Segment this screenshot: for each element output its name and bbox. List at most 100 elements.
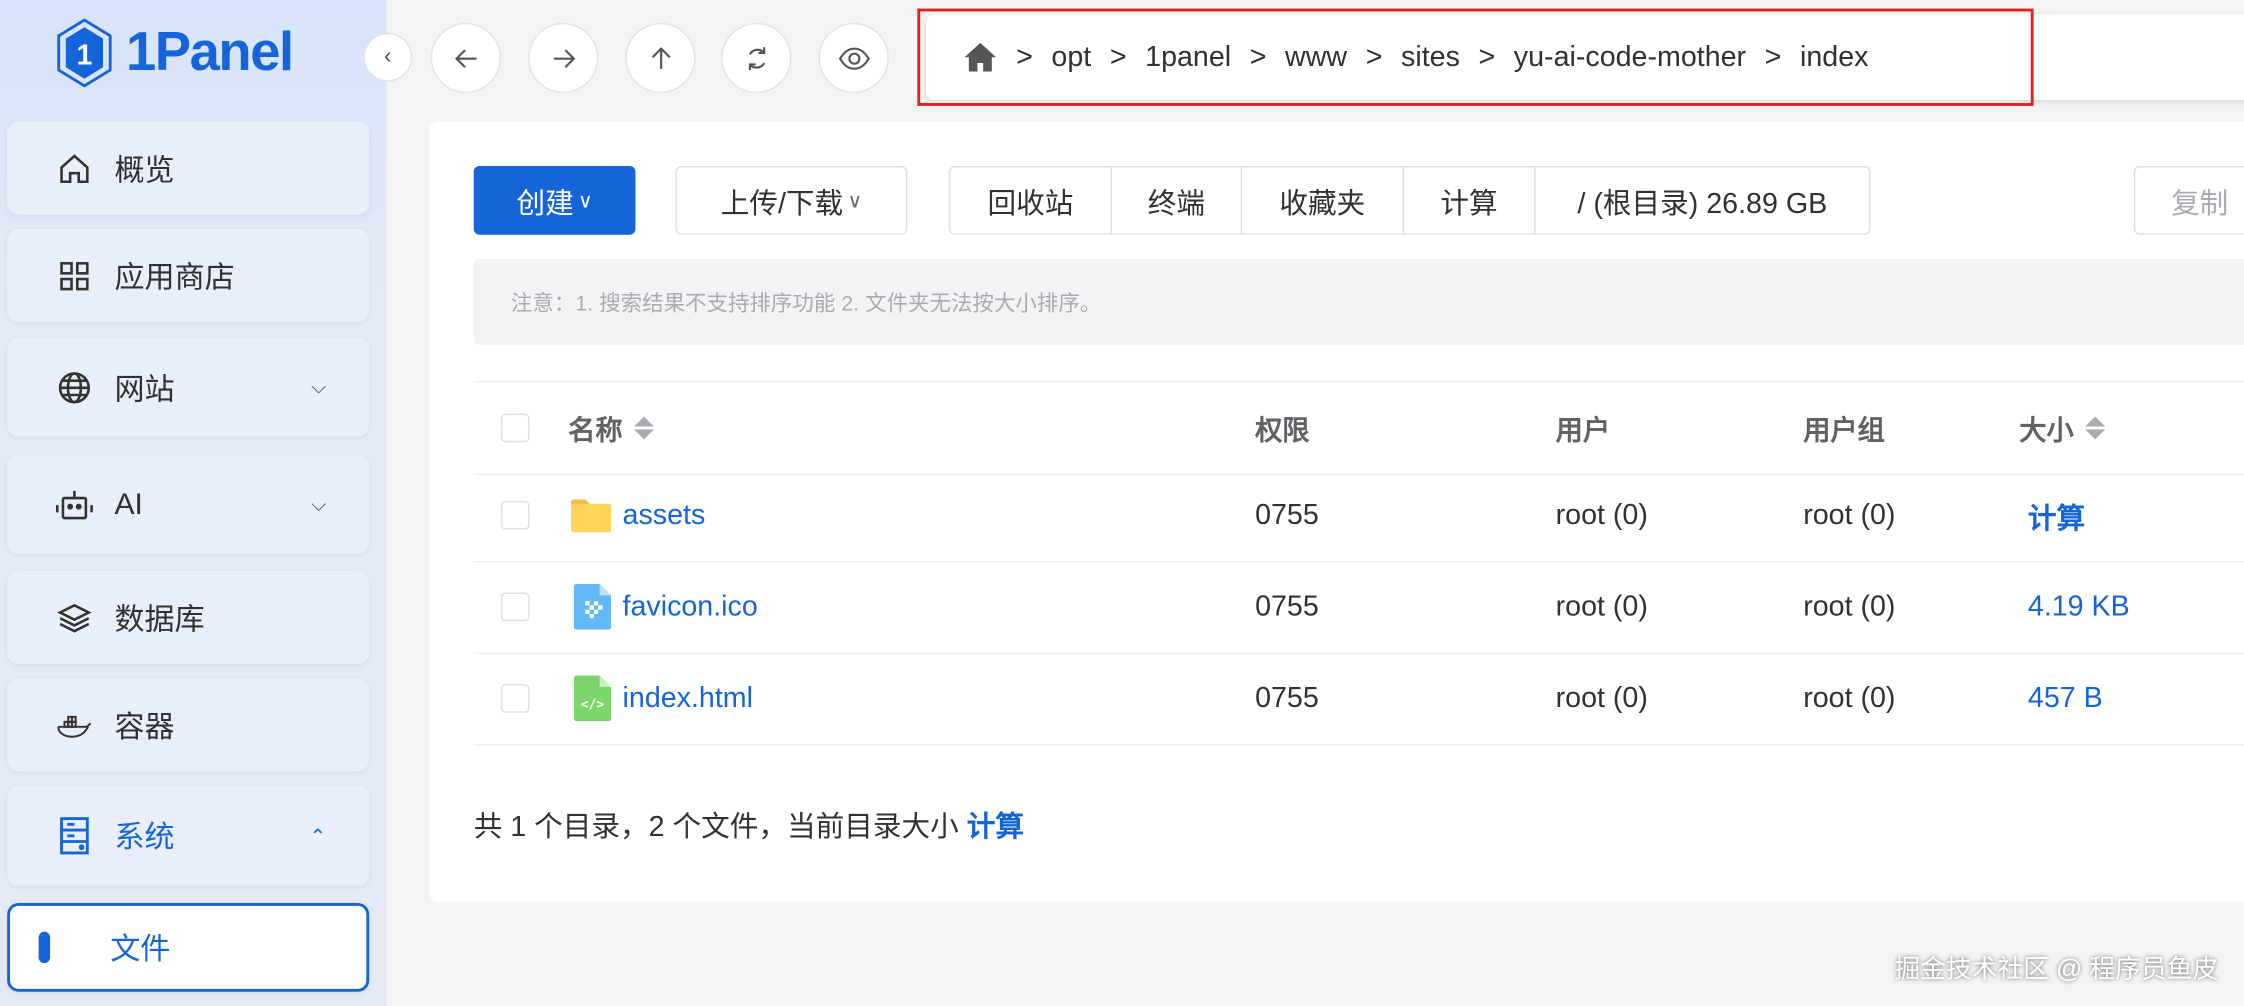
back-button[interactable] [430,22,501,94]
terminal-button[interactable]: 终端 [1112,167,1243,234]
active-indicator [38,931,51,964]
sidebar-item-app-store[interactable]: 应用商店 [7,228,370,323]
permission-cell[interactable]: 0755 [1255,561,1319,653]
sidebar-item-label: 数据库 [114,603,205,637]
logo[interactable]: 1 1Panel [54,17,294,89]
file-name-link[interactable]: index.html [623,682,753,715]
calculate-dir-size-link[interactable]: 计算 [967,811,1024,842]
row-checkbox[interactable] [500,592,530,622]
up-button[interactable] [625,22,696,94]
column-group-header: 用户组 [1803,415,1885,446]
refresh-icon [748,46,765,70]
docker-icon [56,706,93,743]
sidebar-item-system[interactable]: 系统 ⌃ [7,785,370,886]
file-browser-panel: 创建 ∨ 上传/下载 ∨ 回收站 终端 收藏夹 计算 / (根目录) 26.89 G… [429,121,2244,902]
html-file-icon: </> [573,675,612,722]
sidebar-item-website[interactable]: 网站 ⌵ [7,337,370,437]
sidebar-item-label: 容器 [114,710,175,744]
root-disk-button[interactable]: / (根目录) 26.89 GB [1536,167,1869,233]
sidebar-item-ai[interactable]: AI ⌵ [7,455,370,554]
group-cell[interactable]: root (0) [1803,469,1895,561]
table-row[interactable]: assets 0755 root (0) root (0) 计算 [473,469,2244,563]
logo-icon: 1 [57,18,112,88]
calculate-button[interactable]: 计算 [1404,167,1536,234]
chevron-down-icon: ⌵ [311,374,327,398]
column-user-header: 用户 [1555,415,1611,446]
column-permission-header: 权限 [1255,415,1310,446]
permission-cell[interactable]: 0755 [1255,653,1319,745]
sidebar: 1 1Panel 概览 应用商店 网站 ⌵ AI ⌵ 数据库 容器 系统 ⌃ 文… [0,0,387,1006]
recycle-bin-button[interactable]: 回收站 [950,167,1112,234]
chevron-down-icon: ⌵ [311,492,327,516]
sidebar-item-label: 应用商店 [114,261,235,295]
arrow-left-icon [454,48,476,68]
upload-download-label: 上传/下载 [720,188,844,220]
globe-icon [56,369,93,406]
refresh-button[interactable] [721,22,792,94]
chevron-down-icon: ∨ [847,188,863,212]
highlight-annotation [917,8,2034,106]
column-size-header[interactable]: 大小 [2019,382,2106,474]
home-icon [56,150,93,187]
grid-icon [56,257,93,294]
chevron-left-icon: ‹ [384,44,392,69]
summary-text: 共 1 个目录，2 个文件，当前目录大小 [473,811,967,843]
file-name-link[interactable]: favicon.ico [623,590,758,623]
robot-icon [55,486,93,523]
toolbar-button-group: 回收站 终端 收藏夹 计算 / (根目录) 26.89 GB [948,166,1871,235]
user-cell[interactable]: root (0) [1556,653,1648,745]
table-row[interactable]: </> index.html 0755 root (0) root (0) 45… [473,653,2244,746]
favorites-button[interactable]: 收藏夹 [1242,167,1404,234]
sidebar-item-files[interactable]: 文件 [7,903,370,992]
row-checkbox[interactable] [500,500,530,530]
directory-summary: 共 1 个目录，2 个文件，当前目录大小 计算 [474,803,1024,845]
column-name-header[interactable]: 名称 [568,382,655,474]
permission-cell[interactable]: 0755 [1255,469,1319,561]
table-header: 名称 权限 用户 用户组 大小 [473,380,2244,476]
select-all-checkbox[interactable] [500,413,530,443]
svg-text:</>: </> [581,697,605,712]
sort-icon[interactable] [634,416,655,440]
chevron-up-icon: ⌃ [309,823,327,847]
sidebar-item-label: 概览 [114,153,175,187]
table-row[interactable]: favicon.ico 0755 root (0) root (0) 4.19 … [473,561,2244,655]
eye-icon [838,46,870,70]
sidebar-item-label: 系统 [114,821,175,855]
calculate-size-link[interactable]: 计算 [2028,469,2085,561]
watermark: 掘金技术社区 @ 程序员鱼皮 [1894,954,2219,984]
image-file-icon [573,583,612,630]
sort-icon[interactable] [2085,416,2106,440]
row-checkbox[interactable] [500,684,530,713]
notice-bar: 注意：1. 搜索结果不支持排序功能 2. 文件夹无法按大小排序。 [473,259,2244,345]
arrow-right-icon [553,48,575,68]
forward-button[interactable] [528,22,599,94]
sidebar-item-overview[interactable]: 概览 [7,121,370,215]
size-cell: 457 B [2027,681,2103,714]
collapse-sidebar-button[interactable]: ‹ [363,32,413,82]
preview-button[interactable] [818,22,889,94]
sidebar-item-label: 网站 [114,372,175,406]
folder-icon [571,499,612,533]
sidebar-item-database[interactable]: 数据库 [7,571,370,665]
group-cell[interactable]: root (0) [1803,561,1895,653]
file-name-link[interactable]: assets [623,499,706,532]
layers-icon [56,599,93,636]
sidebar-item-container[interactable]: 容器 [7,678,370,772]
user-cell[interactable]: root (0) [1556,469,1648,561]
group-cell[interactable]: root (0) [1803,653,1895,745]
logo-text: 1Panel [125,22,294,83]
server-icon [56,817,93,855]
upload-download-button[interactable]: 上传/下载 ∨ [675,166,908,235]
size-cell: 4.19 KB [2027,590,2130,622]
copy-button[interactable]: 复制 [2133,166,2244,235]
create-button[interactable]: 创建 ∨ [473,166,636,235]
create-label: 创建 [516,188,574,220]
header-label: 大小 [2019,415,2074,446]
chevron-down-icon: ∨ [577,188,593,212]
arrow-up-icon [651,46,670,68]
sidebar-item-label: 文件 [110,933,171,967]
sidebar-item-label: AI [114,487,143,521]
svg-text:1: 1 [76,39,92,71]
header-label: 名称 [568,415,623,446]
user-cell[interactable]: root (0) [1556,561,1648,653]
